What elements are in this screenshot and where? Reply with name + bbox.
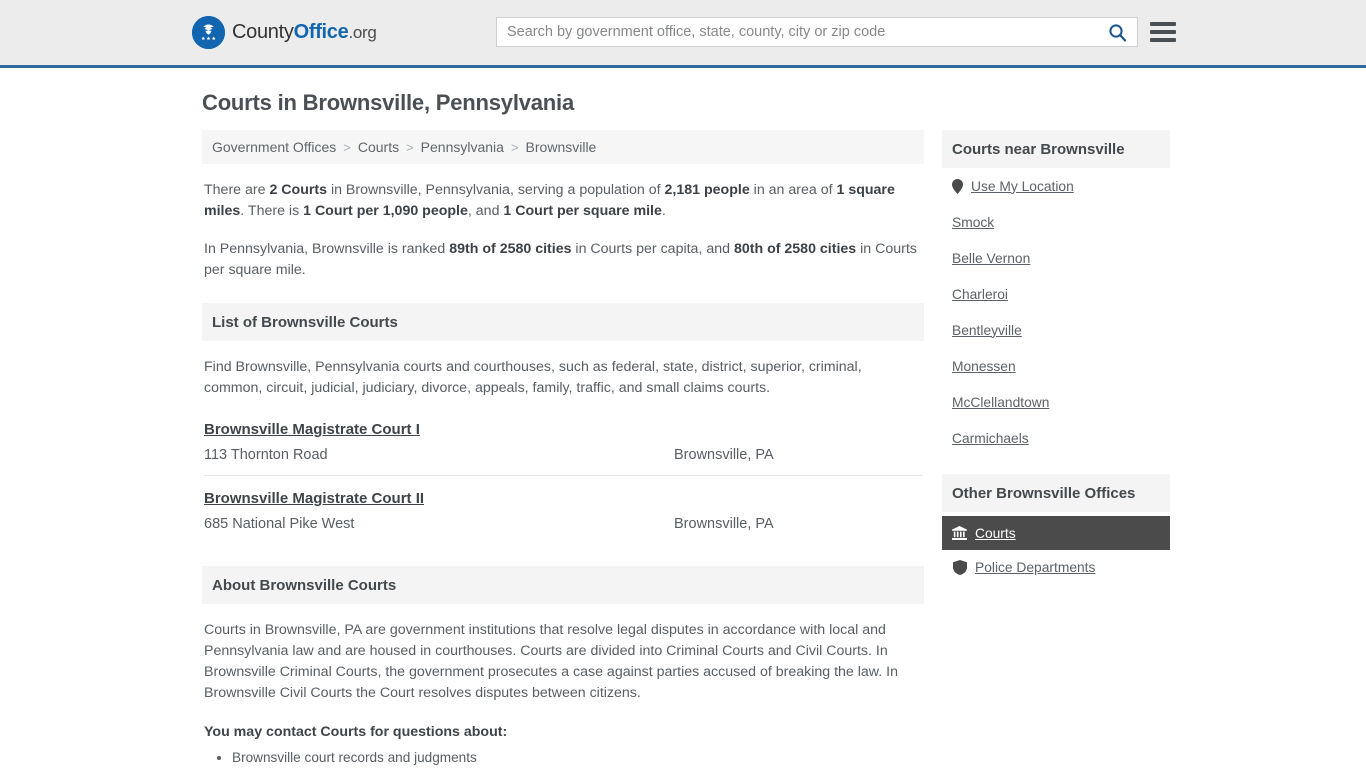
contact-questions-list: Brownsville court records and judgments …	[204, 748, 922, 768]
search-input[interactable]	[497, 18, 1097, 46]
court-detail: 685 National Pike West Brownsville, PA	[204, 516, 922, 532]
table-row: Brownsville Magistrate Court II 685 Nati…	[204, 475, 922, 544]
site-logo[interactable]: CountyOffice.org	[192, 16, 377, 49]
rank-per-sq-mile: 80th of 2580 cities	[733, 241, 857, 257]
court-city: Brownsville, PA	[674, 516, 774, 532]
sidebar-item-monessen[interactable]: Monessen	[952, 348, 1170, 384]
stats-text: in Brownsville, Pennsylvania, serving a …	[327, 182, 665, 198]
stats-paragraph-2: In Pennsylvania, Brownsville is ranked 8…	[204, 239, 924, 281]
stats-text: in Courts per capita, and	[571, 241, 734, 257]
map-pin-icon	[952, 178, 963, 194]
search-icon	[1108, 23, 1126, 41]
page-title: Courts in Brownsville, Pennsylvania	[202, 90, 574, 115]
breadcrumb-item-2[interactable]: Pennsylvania	[421, 139, 504, 155]
sidebar-item-courts[interactable]: Courts	[942, 516, 1170, 550]
about-section-header: About Brownsville Courts	[202, 566, 924, 604]
search-bar	[496, 17, 1138, 47]
breadcrumb-separator: >	[406, 139, 414, 155]
stats-population: 2,181 people	[664, 182, 750, 198]
court-list: Brownsville Magistrate Court I 113 Thorn…	[204, 421, 922, 544]
other-office-link[interactable]: Police Departments	[975, 560, 1095, 575]
main-column: Government Offices > Courts > Pennsylvan…	[202, 130, 924, 768]
logo-text-org: .org	[348, 23, 377, 42]
breadcrumb-item-1[interactable]: Courts	[358, 139, 399, 155]
sidebar: Courts near Brownsville Use My Location …	[942, 130, 1170, 584]
other-office-link[interactable]: Courts	[975, 526, 1016, 541]
sidebar-item-bentleyville[interactable]: Bentleyville	[952, 312, 1170, 348]
menu-bar-1	[1150, 22, 1176, 26]
content-columns: Government Offices > Courts > Pennsylvan…	[202, 130, 1174, 768]
sidebar-item-belle-vernon[interactable]: Belle Vernon	[952, 240, 1170, 276]
use-my-location-row[interactable]: Use My Location	[952, 168, 1170, 204]
court-name-link[interactable]: Brownsville Magistrate Court II	[204, 490, 424, 507]
breadcrumb-item-0[interactable]: Government Offices	[212, 139, 336, 155]
sidebar-item-police-departments[interactable]: Police Departments	[942, 550, 1170, 584]
breadcrumb: Government Offices > Courts > Pennsylvan…	[202, 130, 924, 164]
nearby-courts-header: Courts near Brownsville	[942, 130, 1170, 168]
stats-courts-count: 2 Courts	[269, 182, 327, 198]
nearby-city-link[interactable]: Monessen	[952, 359, 1016, 374]
stats-text: , and	[467, 203, 504, 219]
list-section-body: Find Brownsville, Pennsylvania courts an…	[202, 357, 924, 544]
site-logo-text: CountyOffice.org	[232, 21, 377, 44]
other-offices-header: Other Brownsville Offices	[942, 474, 1170, 512]
stats-per-capita: 1 Court per 1,090 people	[303, 203, 468, 219]
nearby-courts-list: Use My Location Smock Belle Vernon Charl…	[942, 168, 1170, 456]
stats-text: in an area of	[749, 182, 837, 198]
list-item: Brownsville court records and judgments	[232, 748, 922, 768]
stats-text: . There is	[240, 203, 304, 219]
search-button[interactable]	[1097, 18, 1137, 46]
stats-text: In Pennsylvania, Brownsville is ranked	[204, 241, 450, 257]
logo-text-county: County	[232, 21, 294, 43]
stats-text: There are	[204, 182, 270, 198]
nearby-city-link[interactable]: Carmichaels	[952, 431, 1029, 446]
nearby-city-link[interactable]: Smock	[952, 215, 994, 230]
menu-bar-3	[1150, 38, 1176, 42]
table-row: Brownsville Magistrate Court I 113 Thorn…	[204, 421, 922, 475]
court-name-link[interactable]: Brownsville Magistrate Court I	[204, 421, 420, 438]
other-offices-list: Courts Police Departments	[942, 516, 1170, 584]
nearby-city-link[interactable]: Belle Vernon	[952, 251, 1030, 266]
contact-questions-title: You may contact Courts for questions abo…	[204, 724, 508, 740]
menu-bar-2	[1150, 30, 1176, 34]
breadcrumb-item-3[interactable]: Brownsville	[526, 139, 597, 155]
court-detail: 113 Thornton Road Brownsville, PA	[204, 447, 922, 463]
court-city: Brownsville, PA	[674, 447, 774, 463]
hamburger-menu-icon[interactable]	[1150, 19, 1176, 45]
about-section-body: Courts in Brownsville, PA are government…	[202, 620, 924, 768]
site-header: CountyOffice.org	[0, 0, 1366, 68]
courthouse-icon	[952, 526, 967, 541]
page-container: Courts in Brownsville, Pennsylvania Gove…	[0, 90, 1366, 768]
shield-icon	[952, 559, 967, 575]
sidebar-item-smock[interactable]: Smock	[952, 204, 1170, 240]
nearby-city-link[interactable]: McClellandtown	[952, 395, 1049, 410]
sidebar-item-charleroi[interactable]: Charleroi	[952, 276, 1170, 312]
about-section-text: Courts in Brownsville, PA are government…	[204, 622, 898, 701]
stats-text: .	[661, 203, 666, 219]
logo-text-office: Office	[293, 21, 349, 43]
list-section-intro: Find Brownsville, Pennsylvania courts an…	[204, 359, 862, 396]
eagle-seal-icon	[192, 16, 225, 49]
sidebar-item-mcclellandtown[interactable]: McClellandtown	[952, 384, 1170, 420]
list-section-header: List of Brownsville Courts	[202, 303, 924, 341]
sidebar-item-carmichaels[interactable]: Carmichaels	[952, 420, 1170, 456]
use-my-location-link[interactable]: Use My Location	[971, 179, 1074, 194]
court-address: 685 National Pike West	[204, 516, 355, 532]
breadcrumb-separator: >	[510, 139, 519, 155]
stats-paragraph-1: There are 2 Courts in Brownsville, Penns…	[204, 180, 924, 222]
stats-per-sq-mile: 1 Court per square mile	[503, 203, 662, 219]
rank-per-capita: 89th of 2580 cities	[449, 241, 572, 257]
breadcrumb-separator: >	[343, 139, 351, 155]
nearby-city-link[interactable]: Bentleyville	[952, 323, 1022, 338]
court-address: 113 Thornton Road	[204, 447, 328, 463]
nearby-city-link[interactable]: Charleroi	[952, 287, 1008, 302]
